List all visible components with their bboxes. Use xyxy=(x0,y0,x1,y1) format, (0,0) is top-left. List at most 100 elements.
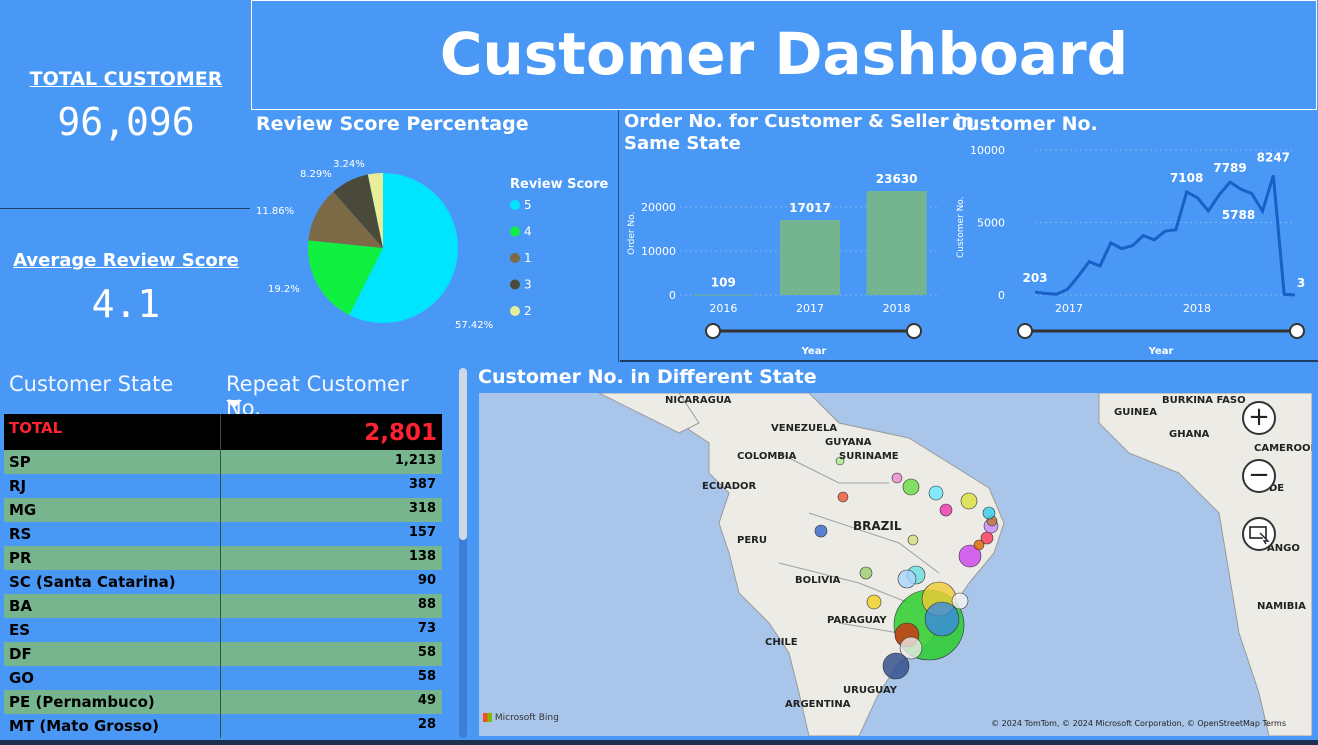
legend-marker xyxy=(510,279,520,290)
state-bubble[interactable] xyxy=(939,503,953,517)
y-tick-label: 20000 xyxy=(641,201,676,214)
table-row[interactable]: SP 1,213 xyxy=(4,450,442,474)
bing-logo: Microsoft Bing xyxy=(483,713,559,723)
table-row[interactable]: BA 88 xyxy=(4,594,442,618)
table-row[interactable]: MG 318 xyxy=(4,498,442,522)
state-cell: SC (Santa Catarina) xyxy=(9,573,176,591)
map-country-label: COLOMBIA xyxy=(737,451,797,462)
col-header-state[interactable]: Customer State xyxy=(9,372,173,396)
state-bubble[interactable] xyxy=(902,478,920,496)
state-cell: MG xyxy=(9,501,37,519)
state-bubble[interactable] xyxy=(951,592,969,610)
legend-item[interactable]: 5 xyxy=(524,198,532,212)
state-bubble[interactable] xyxy=(982,506,996,520)
legend-marker xyxy=(510,200,520,210)
sort-desc-icon[interactable] xyxy=(226,400,242,410)
slider-handle[interactable] xyxy=(705,323,721,339)
table-row[interactable]: PR 138 xyxy=(4,546,442,570)
map-title: Customer No. in Different State xyxy=(478,366,817,388)
legend-item[interactable]: 1 xyxy=(524,251,532,265)
state-bubble[interactable] xyxy=(859,566,873,580)
pie-data-label: 19.2% xyxy=(268,284,300,295)
state-bubble[interactable] xyxy=(814,524,828,538)
x-axis-title: Year xyxy=(801,346,827,357)
bing-text: Microsoft Bing xyxy=(494,713,559,723)
map-attribution[interactable]: © 2024 TomTom, © 2024 Microsoft Corporat… xyxy=(991,719,1286,728)
state-bubble[interactable] xyxy=(837,491,849,503)
bar-title: Order No. for Customer & Seller in Same … xyxy=(624,111,974,155)
bar-data-label: 17017 xyxy=(789,201,831,215)
repeat-count-cell: 318 xyxy=(408,501,436,516)
zoom-out-button[interactable]: − xyxy=(1242,459,1276,493)
bottom-bar xyxy=(0,740,1318,745)
map-country-label: NICARAGUA xyxy=(665,395,732,406)
line-series[interactable] xyxy=(1034,174,1296,297)
column-divider xyxy=(220,546,221,570)
map-country-label: BURKINA FASO xyxy=(1162,395,1246,406)
state-cell: RS xyxy=(9,525,32,543)
state-bubble[interactable] xyxy=(891,472,903,484)
bar[interactable] xyxy=(780,220,840,295)
state-bubble[interactable] xyxy=(924,601,960,637)
map-country-label: CHILE xyxy=(765,637,798,648)
bar[interactable] xyxy=(866,191,927,295)
y-axis-title: Customer No. xyxy=(956,196,966,258)
bar[interactable] xyxy=(693,294,754,296)
table-row[interactable]: RS 157 xyxy=(4,522,442,546)
repeat-count-cell: 90 xyxy=(417,573,436,588)
slider-handle[interactable] xyxy=(1017,323,1033,339)
x-tick-label: 2016 xyxy=(709,302,737,315)
slider-handle[interactable] xyxy=(1289,323,1305,339)
table-row[interactable]: MT (Mato Grosso) 28 xyxy=(4,714,442,738)
state-bubble[interactable] xyxy=(907,534,919,546)
table-header: Customer State Repeat Customer No. xyxy=(0,372,450,420)
zoom-in-button[interactable]: + xyxy=(1242,401,1276,435)
column-divider xyxy=(220,522,221,546)
state-bubble[interactable] xyxy=(882,652,910,680)
table-row[interactable]: DF 58 xyxy=(4,642,442,666)
column-divider xyxy=(220,642,221,666)
table-row[interactable]: PE (Pernambuco) 49 xyxy=(4,690,442,714)
state-bubble[interactable] xyxy=(897,569,917,589)
table-scroll-thumb[interactable] xyxy=(459,368,467,540)
line-data-label: 5788 xyxy=(1222,208,1255,222)
table-row[interactable]: GO 58 xyxy=(4,666,442,690)
bar-chart[interactable]: 20000 10000 0 Order No. 109 2016 17017 2017 2363… xyxy=(620,160,950,360)
column-divider xyxy=(220,666,221,690)
table-row[interactable]: ES 73 xyxy=(4,618,442,642)
state-cell: GO xyxy=(9,669,35,687)
avg-review-label: Average Review Score xyxy=(13,250,239,271)
legend-item[interactable]: 4 xyxy=(524,225,532,239)
select-area-icon[interactable] xyxy=(1242,517,1276,551)
pie-legend-title: Review Score xyxy=(510,177,609,192)
repeat-count-cell: 73 xyxy=(417,621,436,636)
col-header-repeat[interactable]: Repeat Customer No. xyxy=(226,372,450,420)
line-data-label: 7108 xyxy=(1170,171,1203,185)
total-customer-value: 96,096 xyxy=(57,100,195,144)
line-chart[interactable]: 10000 5000 0 Customer No. 203 7108 7789 8247 578… xyxy=(950,140,1318,360)
y-tick-label: 10000 xyxy=(641,245,676,258)
pie-chart[interactable]: 57.42% 19.2% 11.86% 8.29%3.24% Review Score… xyxy=(250,138,615,358)
map-country-label: GUINEA xyxy=(1114,407,1157,418)
table-row[interactable]: RJ 387 xyxy=(4,474,442,498)
state-bubble[interactable] xyxy=(960,492,978,510)
kpi-divider xyxy=(0,208,250,209)
state-bubble[interactable] xyxy=(866,594,882,610)
state-bubble[interactable] xyxy=(980,531,994,545)
slider-handle[interactable] xyxy=(906,323,922,339)
total-value: 2,801 xyxy=(364,420,437,446)
table-total-row: TOTAL 2,801 xyxy=(4,414,442,450)
column-divider xyxy=(220,714,221,738)
state-bubble[interactable] xyxy=(928,485,944,501)
repeat-count-cell: 88 xyxy=(417,597,436,612)
map-country-label: BRAZIL xyxy=(853,519,902,533)
bar-data-label: 23630 xyxy=(876,172,918,186)
repeat-count-cell: 49 xyxy=(417,693,436,708)
legend-marker xyxy=(510,226,520,237)
map-view[interactable]: NICARAGUA VENEZUELA GUYANA SURINAME COLOMBIA… xyxy=(479,393,1312,736)
legend-item[interactable]: 2 xyxy=(524,304,532,318)
legend-item[interactable]: 3 xyxy=(524,278,532,292)
table-row[interactable]: SC (Santa Catarina) 90 xyxy=(4,570,442,594)
legend-marker xyxy=(510,306,520,316)
y-axis-title: Order No. xyxy=(627,212,637,255)
